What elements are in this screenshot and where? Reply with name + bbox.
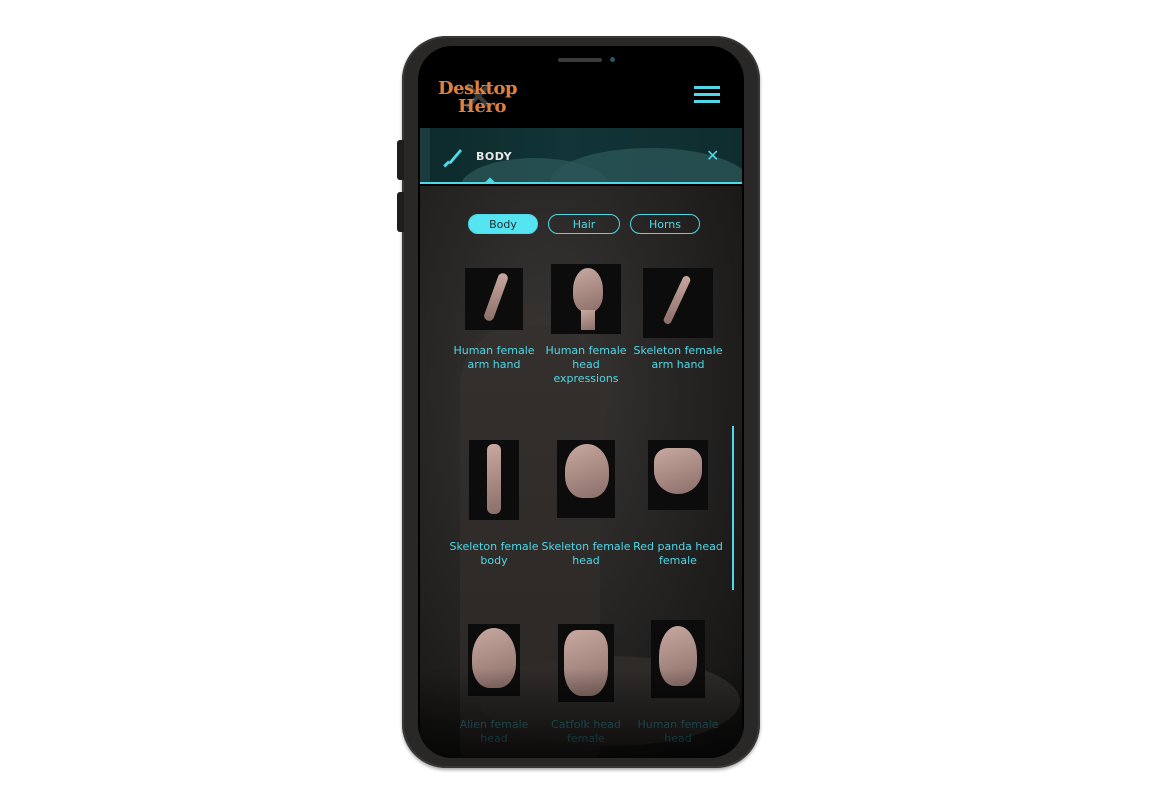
model-browser: Body Hair Horns Human female arm hand Hu… [420,186,742,758]
logo-text-line2: Hero [458,96,506,117]
model-label: Skeleton female body [449,540,539,567]
hamburger-menu-icon[interactable] [694,86,720,104]
model-thumbnail [557,440,615,518]
model-thumbnail [558,624,614,702]
model-label: Human female head expressions [545,344,627,385]
app-logo[interactable]: ✕ Desktop Hero [436,76,518,124]
model-thumbnail [551,264,621,334]
model-label: Skeleton female arm hand [633,344,723,371]
tab-horns[interactable]: Horns [630,214,700,234]
panel-edge-strip [420,128,430,184]
model-item[interactable]: Human female head [632,620,724,746]
model-label: Alien female head [459,718,529,745]
model-item[interactable]: Human female arm hand [448,268,540,372]
panel-title: BODY [476,150,513,163]
tab-hair[interactable]: Hair [548,214,620,234]
model-thumbnail [468,624,520,696]
model-label: Human female arm hand [453,344,535,371]
model-item[interactable]: Skeleton female arm hand [632,268,724,372]
model-thumbnail [651,620,705,698]
model-item[interactable]: Alien female head [448,624,540,746]
knife-icon [443,149,462,168]
model-label: Red panda head female [633,540,723,567]
phone-side-button-lower [397,192,404,232]
model-label: Human female head [637,718,719,745]
phone-side-button-upper [397,140,404,180]
model-label: Catfolk head female [551,718,621,745]
model-label: Skeleton female head [541,540,631,567]
category-tabs: Body Hair Horns [468,214,700,234]
model-thumbnail [465,268,523,330]
model-thumbnail [643,268,713,338]
close-icon[interactable]: ✕ [706,148,719,164]
model-item[interactable]: Skeleton female head [540,440,632,568]
model-thumbnail [469,440,519,520]
model-item[interactable]: Human female head expressions [540,264,632,386]
category-header-panel: BODY ✕ [420,128,742,184]
front-camera [610,57,615,62]
model-item[interactable]: Skeleton female body [448,440,540,568]
model-item[interactable]: Catfolk head female [540,624,632,746]
model-item[interactable]: Red panda head female [632,440,724,568]
tab-body[interactable]: Body [468,214,538,234]
phone-screen: ✕ Desktop Hero BODY ✕ Body Hair Horns Hu… [418,46,744,758]
model-thumbnail [648,440,708,510]
panel-underline [420,182,742,184]
speaker-grill [558,58,602,62]
scrollbar[interactable] [732,426,734,590]
